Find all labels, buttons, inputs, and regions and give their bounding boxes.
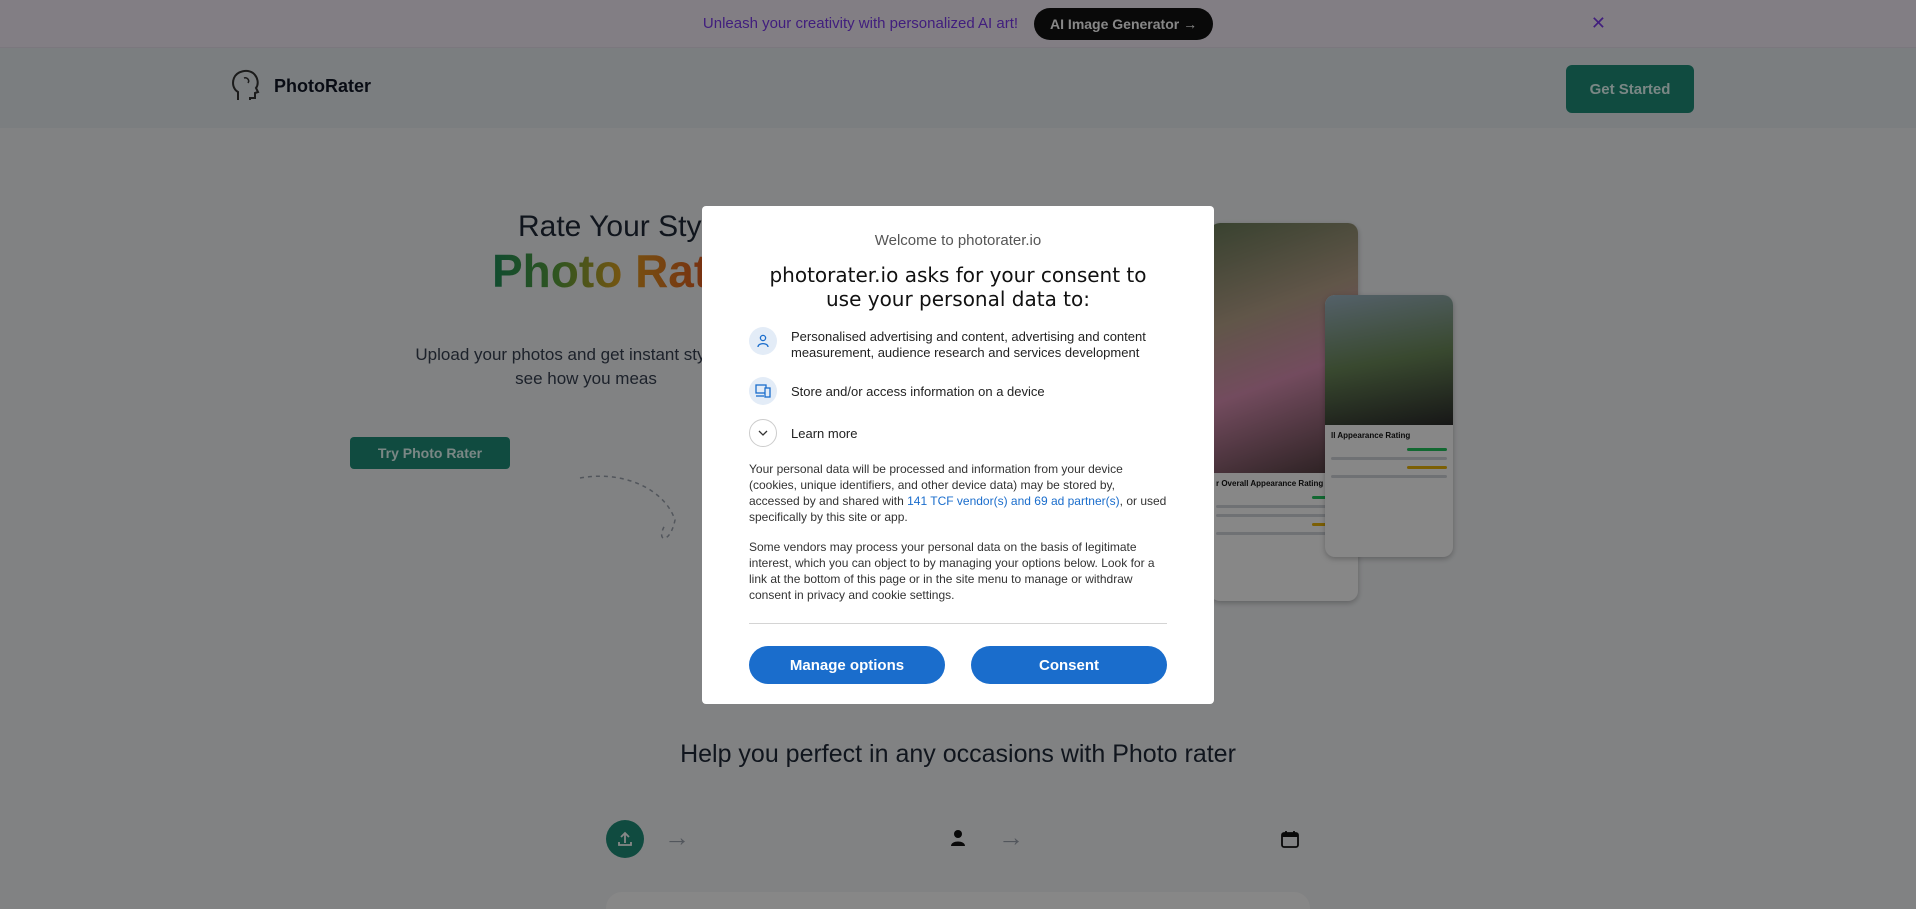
consent-dialog: Welcome to photorater.io photorater.io a… bbox=[702, 206, 1214, 704]
purpose-item: Store and/or access information on a dev… bbox=[749, 377, 1167, 405]
consent-welcome: Welcome to photorater.io bbox=[874, 232, 1042, 249]
consent-button[interactable]: Consent bbox=[971, 646, 1167, 684]
device-icon bbox=[749, 377, 777, 405]
person-icon bbox=[749, 327, 777, 355]
purpose-item: Personalised advertising and content, ad… bbox=[749, 327, 1167, 361]
purpose-text: Personalised advertising and content, ad… bbox=[791, 329, 1146, 360]
divider bbox=[749, 623, 1167, 624]
chevron-down-icon bbox=[749, 419, 777, 447]
learn-more-toggle[interactable]: Learn more bbox=[749, 419, 1167, 447]
manage-options-button[interactable]: Manage options bbox=[749, 646, 945, 684]
purpose-text: Store and/or access information on a dev… bbox=[791, 384, 1045, 399]
vendors-link[interactable]: 141 TCF vendor(s) and 69 ad partner(s) bbox=[907, 494, 1120, 508]
learn-more-label: Learn more bbox=[791, 425, 858, 441]
consent-heading: photorater.io asks for your consent to u… bbox=[769, 263, 1147, 311]
consent-paragraph: Some vendors may process your personal d… bbox=[749, 540, 1155, 602]
consent-paragraph: Your personal data will be processed and… bbox=[749, 461, 1167, 525]
consent-actions: Manage options Consent bbox=[749, 646, 1167, 684]
